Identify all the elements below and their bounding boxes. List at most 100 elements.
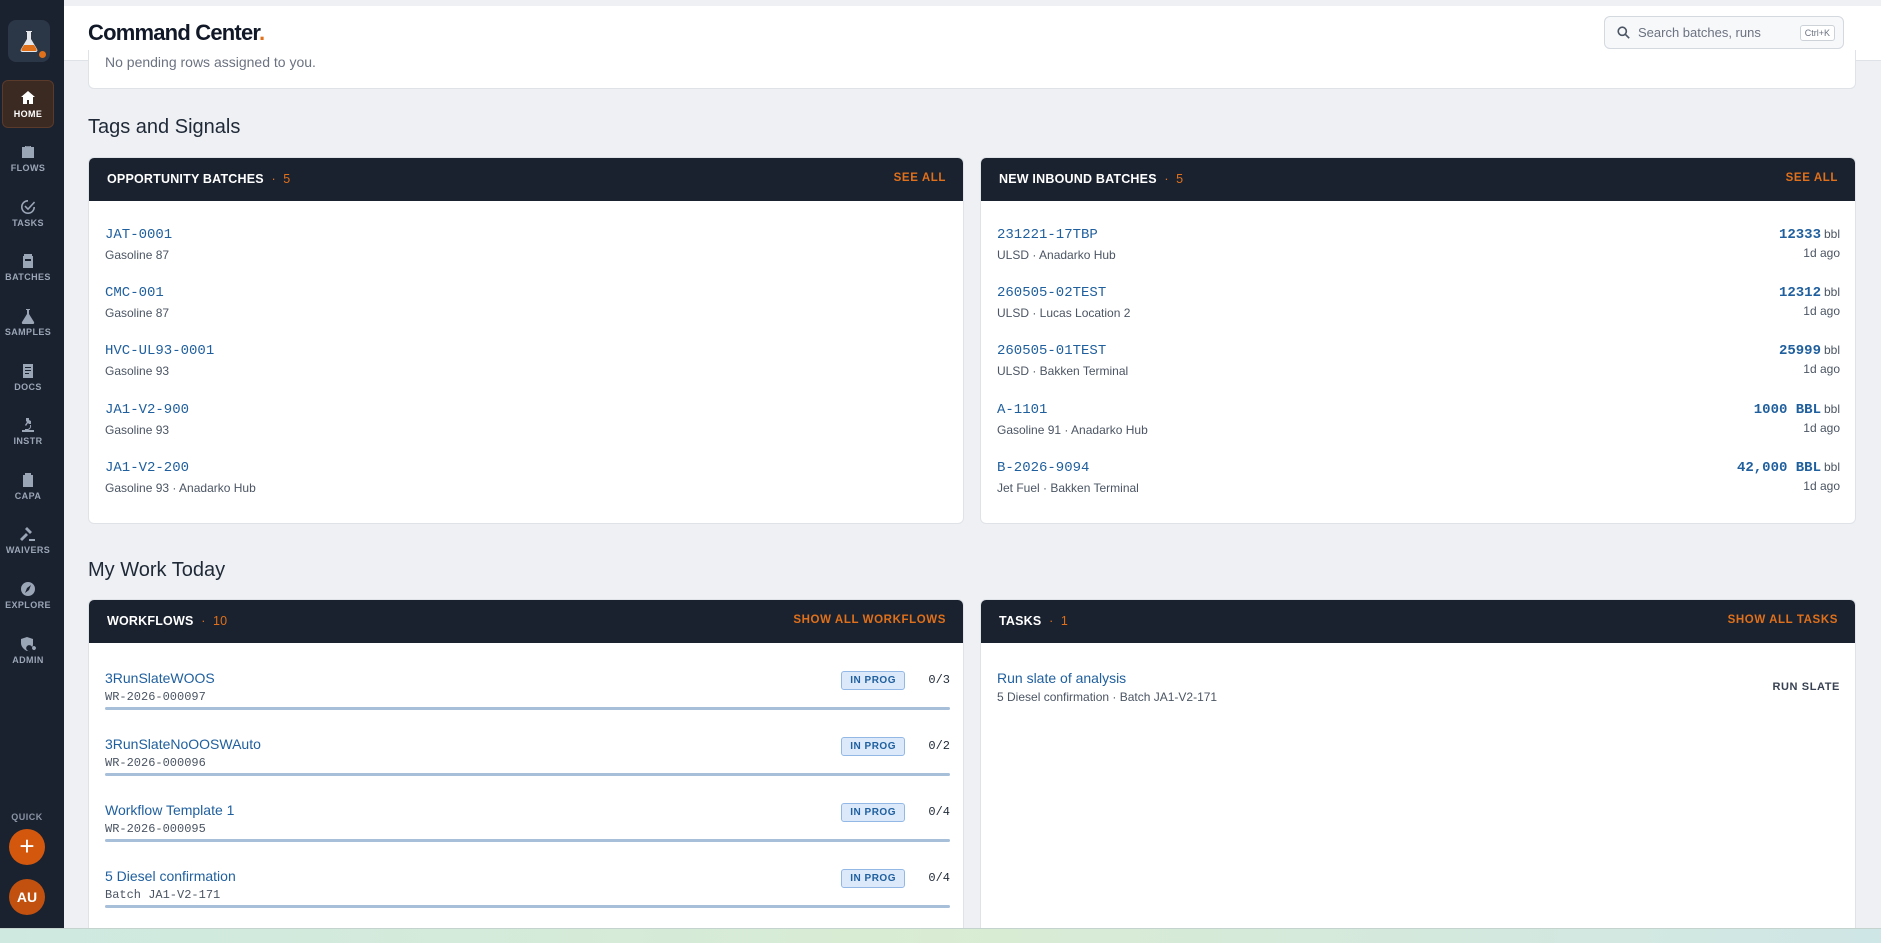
list-item[interactable]: JA1-V2-900 Gasoline 93 — [105, 402, 948, 446]
sidebar-item-instr[interactable]: INSTR — [2, 407, 54, 455]
sidebar-item-batches[interactable]: BATCHES — [2, 243, 54, 291]
search-box[interactable]: Ctrl+K — [1604, 16, 1844, 49]
brand-dot: . — [258, 20, 265, 45]
sidebar-item-label: BATCHES — [5, 271, 51, 282]
list-item[interactable]: 260505-02TEST ULSD · Lucas Location 2 12… — [997, 285, 1840, 329]
sidebar-item-flows[interactable]: FLOWS — [2, 134, 54, 182]
sidebar-item-label: HOME — [13, 108, 43, 119]
briefcase-icon — [22, 145, 34, 158]
batch-age: 1d ago — [1803, 246, 1840, 260]
workflow-name-link[interactable]: 5 Diesel confirmation — [105, 868, 236, 884]
workflow-progress-bar — [105, 905, 950, 908]
batch-id-link[interactable]: 260505-02TEST — [997, 285, 1106, 301]
show-all-tasks-button[interactable]: SHOW ALL TASKS — [1728, 614, 1838, 626]
workflow-row[interactable]: 3RunSlateNoOOSWAuto WR-2026-000096 IN PR… — [105, 736, 950, 796]
avatar[interactable]: AU — [9, 879, 45, 915]
quantity-unit: bbl — [1823, 402, 1840, 416]
search-input[interactable] — [1638, 25, 1798, 40]
workflow-row[interactable]: 3RunSlateWOOS WR-2026-000097 IN PROG 0/3 — [105, 670, 950, 730]
flask-icon — [21, 308, 35, 324]
sidebar-item-label: CAPA — [14, 490, 42, 501]
count-separator: · — [1164, 172, 1169, 186]
list-item[interactable]: B-2026-9094 Jet Fuel · Bakken Terminal 4… — [997, 460, 1840, 504]
gavel-icon — [20, 526, 35, 541]
batch-id-link[interactable]: JA1-V2-200 — [105, 460, 189, 476]
batch-id-link[interactable]: JAT-0001 — [105, 227, 172, 243]
batch-id-link[interactable]: CMC-001 — [105, 285, 164, 301]
workflow-progress-text: 0/2 — [928, 739, 950, 753]
search-shortcut-hint: Ctrl+K — [1799, 25, 1835, 41]
quick-add-button[interactable]: + — [9, 829, 45, 865]
batch-quantity: 12312 bbl — [1779, 285, 1840, 301]
list-item[interactable]: A-1101 Gasoline 91 · Anadarko Hub 1000 B… — [997, 402, 1840, 446]
count-value: 5 — [283, 172, 291, 186]
sidebar-item-explore[interactable]: EXPLORE — [2, 571, 54, 619]
see-all-button[interactable]: SEE ALL — [894, 172, 946, 184]
list-item[interactable]: JA1-V2-200 Gasoline 93 · Anadarko Hub — [105, 460, 948, 504]
list-item[interactable]: 231221-17TBP ULSD · Anadarko Hub 12333 bb… — [997, 227, 1840, 271]
batch-product-location: ULSD · Lucas Location 2 — [997, 306, 1131, 320]
app-logo[interactable] — [8, 20, 50, 62]
workflow-name-link[interactable]: 3RunSlateWOOS — [105, 670, 215, 686]
task-context: 5 Diesel confirmation · Batch JA1-V2-171 — [997, 690, 1218, 704]
list-item[interactable]: JAT-0001 Gasoline 87 — [105, 227, 948, 271]
batch-id-link[interactable]: 231221-17TBP — [997, 227, 1098, 243]
sidebar-item-tasks[interactable]: TASKS — [2, 189, 54, 237]
batch-product: Gasoline 93 — [105, 364, 170, 378]
quantity-value: 42,000 BBL — [1736, 460, 1821, 476]
status-badge: IN PROG — [841, 869, 905, 888]
card-title-text: TASKS — [999, 614, 1042, 628]
status-badge: IN PROG — [841, 803, 905, 822]
admin-shield-icon — [21, 636, 36, 651]
card-title-text: NEW INBOUND BATCHES — [999, 172, 1157, 186]
workflow-name-link[interactable]: Workflow Template 1 — [105, 802, 234, 818]
batch-id-link[interactable]: B-2026-9094 — [997, 460, 1089, 476]
batch-quantity: 25999 bbl — [1779, 343, 1840, 359]
batch-id-link[interactable]: 260505-01TEST — [997, 343, 1106, 359]
quantity-value: 1000 BBL — [1753, 402, 1821, 418]
sidebar-item-home[interactable]: HOME — [2, 80, 54, 128]
count-separator: · — [1049, 614, 1054, 628]
batch-id-link[interactable]: HVC-UL93-0001 — [105, 343, 214, 359]
workflow-row[interactable]: 5 Diesel confirmation Batch JA1-V2-171 I… — [105, 868, 950, 928]
list-item[interactable]: 260505-01TEST ULSD · Bakken Terminal 259… — [997, 343, 1840, 387]
show-all-workflows-button[interactable]: SHOW ALL WORKFLOWS — [793, 614, 946, 626]
count-value: 10 — [212, 614, 228, 628]
workflow-row[interactable]: Workflow Template 1 WR-2026-000095 IN PR… — [105, 802, 950, 862]
workflow-progress-text: 0/4 — [928, 871, 950, 885]
batch-product-location: ULSD · Bakken Terminal — [997, 364, 1129, 378]
quick-label: QUICK — [11, 812, 43, 822]
sidebar-item-docs[interactable]: DOCS — [2, 353, 54, 401]
workflow-progress-text: 0/4 — [928, 805, 950, 819]
batch-age: 1d ago — [1803, 304, 1840, 318]
quantity-unit: bbl — [1823, 343, 1840, 357]
workflow-id: WR-2026-000095 — [105, 822, 206, 836]
task-name-link[interactable]: Run slate of analysis — [997, 670, 1126, 686]
card-title-text: OPPORTUNITY BATCHES — [107, 172, 264, 186]
batch-id-link[interactable]: JA1-V2-900 — [105, 402, 189, 418]
batch-id-link[interactable]: A-1101 — [997, 402, 1047, 418]
batch-product: Gasoline 87 — [105, 306, 170, 320]
see-all-button[interactable]: SEE ALL — [1786, 172, 1838, 184]
sidebar-item-samples[interactable]: SAMPLES — [2, 298, 54, 346]
sidebar-item-capa[interactable]: CAPA — [2, 462, 54, 510]
run-slate-button[interactable]: RUN SLATE — [1772, 681, 1840, 693]
sidebar-item-label: DOCS — [14, 381, 42, 392]
home-icon — [21, 90, 35, 104]
list-item[interactable]: CMC-001 Gasoline 87 — [105, 285, 948, 329]
workflow-id: WR-2026-000096 — [105, 756, 206, 770]
status-badge: IN PROG — [841, 737, 905, 756]
brand-name: Command Center — [88, 20, 260, 45]
flask-logo-icon — [20, 31, 38, 52]
workflow-name-link[interactable]: 3RunSlateNoOOSWAuto — [105, 736, 261, 752]
check-circle-icon — [21, 199, 36, 214]
bottom-strip — [0, 928, 1881, 943]
list-item[interactable]: HVC-UL93-0001 Gasoline 93 — [105, 343, 948, 387]
sidebar-item-admin[interactable]: ADMIN — [2, 626, 54, 674]
quantity-value: 12312 — [1778, 285, 1821, 301]
quantity-unit: bbl — [1823, 285, 1840, 299]
workflow-progress-text: 0/3 — [928, 673, 950, 687]
card-title: OPPORTUNITY BATCHES · 5 — [107, 172, 290, 186]
card-title: WORKFLOWS · 10 — [107, 614, 227, 628]
sidebar-item-waivers[interactable]: WAIVERS — [2, 516, 54, 564]
